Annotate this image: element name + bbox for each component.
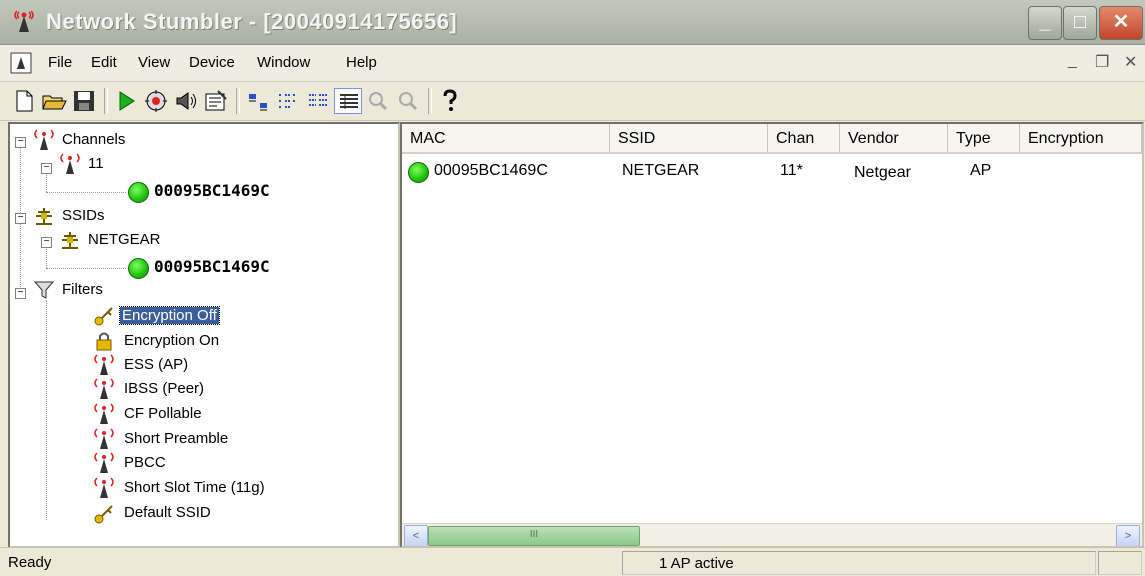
status-text: Ready — [8, 554, 52, 571]
cell-mac: 00095BC1469C — [434, 162, 548, 179]
active-ap-icon — [408, 162, 429, 183]
network-icon — [36, 208, 52, 225]
key-icon — [94, 505, 113, 524]
active-ap-icon — [128, 182, 149, 203]
tree-pane[interactable]: − Channels − 11 00095BC1469C − SSIDs − N… — [8, 122, 400, 548]
cell-vendor: Netgear — [854, 164, 911, 181]
scroll-left-button[interactable]: < — [404, 525, 428, 546]
mdi-minimize-button[interactable]: _ — [1068, 52, 1077, 70]
filter-encryption-on[interactable]: Encryption On — [124, 329, 219, 353]
window-title: Network Stumbler - [20040914175656] — [46, 9, 458, 34]
column-header-mac[interactable]: MAC — [402, 124, 610, 154]
toolbar-separator — [236, 88, 240, 114]
tree-channel-ap[interactable]: 00095BC1469C — [154, 179, 270, 203]
cell-ssid: NETGEAR — [622, 162, 700, 179]
scroll-right-button[interactable]: > — [1116, 525, 1140, 546]
tree-connector — [46, 268, 126, 269]
network-icon — [62, 232, 78, 249]
document-icon[interactable] — [10, 52, 32, 74]
filter-pbcc[interactable]: PBCC — [124, 451, 166, 475]
details-icon[interactable] — [334, 88, 362, 114]
help-icon[interactable] — [436, 88, 464, 114]
tree-ssid-ap[interactable]: 00095BC1469C — [154, 255, 270, 279]
antenna-icon — [60, 153, 80, 174]
column-header-encryption[interactable]: Encryption — [1020, 124, 1142, 154]
collapse-toggle[interactable]: − — [15, 288, 26, 299]
antenna-icon — [94, 354, 114, 375]
zoom-in-icon[interactable] — [364, 88, 392, 114]
status-extra — [1098, 551, 1142, 575]
column-header-ssid[interactable]: SSID — [610, 124, 768, 154]
zoom-out-icon[interactable] — [394, 88, 422, 114]
antenna-icon — [14, 10, 34, 32]
open-icon[interactable] — [40, 88, 68, 114]
cell-chan: 11* — [780, 162, 803, 179]
menu-device[interactable]: Device — [189, 54, 235, 71]
horizontal-scrollbar[interactable]: < III > — [402, 523, 1142, 546]
new-icon[interactable] — [10, 88, 38, 114]
status-bar: Ready 1 AP active — [0, 547, 1145, 576]
antenna-icon — [94, 477, 114, 498]
filter-ibss-peer[interactable]: IBSS (Peer) — [124, 377, 204, 401]
filter-short-preamble[interactable]: Short Preamble — [124, 427, 228, 451]
column-header-chan[interactable]: Chan — [768, 124, 840, 154]
toolbar-separator — [104, 88, 108, 114]
filter-icon — [33, 281, 55, 299]
filter-short-slot-time[interactable]: Short Slot Time (11g) — [124, 476, 265, 500]
active-ap-icon — [128, 258, 149, 279]
menu-file[interactable]: File — [48, 54, 72, 71]
play-icon[interactable] — [112, 88, 140, 114]
key-icon — [94, 307, 113, 326]
ap-list-pane[interactable]: MAC SSID Chan Vendor Type Encryption 000… — [400, 122, 1144, 548]
minimize-button[interactable]: _ — [1028, 6, 1062, 40]
antenna-icon — [94, 452, 114, 473]
collapse-toggle[interactable]: − — [41, 163, 52, 174]
collapse-toggle[interactable]: − — [15, 213, 26, 224]
list-icon[interactable] — [304, 88, 332, 114]
menu-edit[interactable]: Edit — [91, 54, 117, 71]
tree-connector — [46, 300, 47, 520]
tree-channels[interactable]: Channels — [62, 128, 125, 152]
scroll-thumb[interactable]: III — [428, 526, 640, 546]
menu-view[interactable]: View — [138, 54, 170, 71]
menu-window[interactable]: Window — [257, 54, 310, 71]
column-header-type[interactable]: Type — [948, 124, 1020, 154]
cell-type: AP — [970, 162, 992, 179]
lock-icon — [96, 332, 112, 351]
speaker-icon[interactable] — [172, 88, 200, 114]
menu-help[interactable]: Help — [346, 54, 377, 71]
collapse-toggle[interactable]: − — [15, 137, 26, 148]
antenna-icon — [94, 428, 114, 449]
large-icons-icon[interactable] — [244, 88, 272, 114]
antenna-icon — [94, 403, 114, 424]
tree-channel-11[interactable]: 11 — [88, 152, 104, 176]
filter-ess-ap[interactable]: ESS (AP) — [124, 353, 188, 377]
filter-cf-pollable[interactable]: CF Pollable — [124, 402, 202, 426]
toolbar-separator — [428, 88, 432, 114]
filter-encryption-off[interactable]: Encryption Off — [119, 304, 220, 328]
filter-default-ssid[interactable]: Default SSID — [124, 501, 211, 525]
tree-filters[interactable]: Filters — [62, 278, 103, 302]
properties-icon[interactable] — [202, 88, 230, 114]
small-icons-icon[interactable] — [274, 88, 302, 114]
toolbar — [0, 82, 1145, 121]
close-button[interactable]: ✕ — [1099, 6, 1143, 40]
antenna-icon — [94, 378, 114, 399]
title-bar[interactable]: Network Stumbler - [20040914175656] _ □ … — [0, 0, 1145, 45]
status-ap-count: 1 AP active — [622, 551, 1096, 575]
mdi-restore-button[interactable]: ❐ — [1095, 52, 1109, 72]
column-header-vendor[interactable]: Vendor — [840, 124, 948, 154]
tree-ssid-netgear[interactable]: NETGEAR — [88, 228, 161, 252]
maximize-button[interactable]: □ — [1063, 6, 1097, 40]
tree-connector — [46, 192, 126, 193]
tree-ssids[interactable]: SSIDs — [62, 204, 105, 228]
save-icon[interactable] — [70, 88, 98, 114]
collapse-toggle[interactable]: − — [41, 237, 52, 248]
antenna-icon — [34, 129, 54, 150]
menu-bar: File Edit View Device Window Help _ ❐ ✕ — [0, 45, 1145, 82]
mdi-close-button[interactable]: ✕ — [1124, 52, 1137, 72]
scan-config-icon[interactable] — [142, 88, 170, 114]
